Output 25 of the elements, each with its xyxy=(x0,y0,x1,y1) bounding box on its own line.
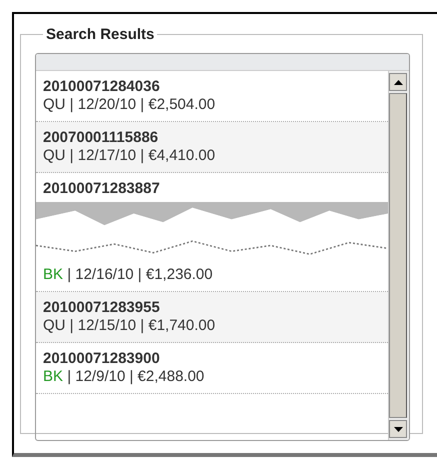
status-code: QU xyxy=(43,317,66,334)
result-details: BK | 12/16/10 | €1,236.00 xyxy=(43,266,214,284)
result-item[interactable]: 20100071283955 QU | 12/15/10 | €1,740.00 xyxy=(36,292,388,343)
result-details: QU | 12/20/10 | €2,504.00 xyxy=(43,96,216,114)
result-item[interactable]: 20070001115886 QU | 12/17/10 | €4,410.00 xyxy=(36,122,388,173)
down-triangle-icon xyxy=(394,426,402,432)
group-title: Search Results xyxy=(45,26,156,43)
result-details: BK | 12/9/10 | €2,488.00 xyxy=(43,368,206,386)
result-id: 20100071283955 xyxy=(43,299,161,317)
status-code: QU xyxy=(43,96,66,113)
status-code: BK xyxy=(43,266,64,283)
status-code: QU xyxy=(43,147,66,164)
result-item[interactable]: 20100071283887 BK | 12/16/10 | €1,236.00 xyxy=(36,173,388,292)
result-id: 20100071283887 xyxy=(43,180,161,198)
result-id: 20070001115886 xyxy=(43,129,160,147)
result-details: QU | 12/17/10 | €4,410.00 xyxy=(43,147,216,165)
scroll-down-button[interactable] xyxy=(389,420,407,438)
result-id: 20100071284036 xyxy=(43,78,161,96)
result-id: 20100071283900 xyxy=(43,350,161,368)
scroll-thumb[interactable] xyxy=(389,93,407,418)
up-triangle-icon xyxy=(394,80,402,84)
scrollbar[interactable] xyxy=(388,71,409,440)
scroll-up-button[interactable] xyxy=(389,73,407,91)
result-details: QU | 12/15/10 | €1,740.00 xyxy=(43,317,216,335)
status-code: BK xyxy=(43,368,64,385)
